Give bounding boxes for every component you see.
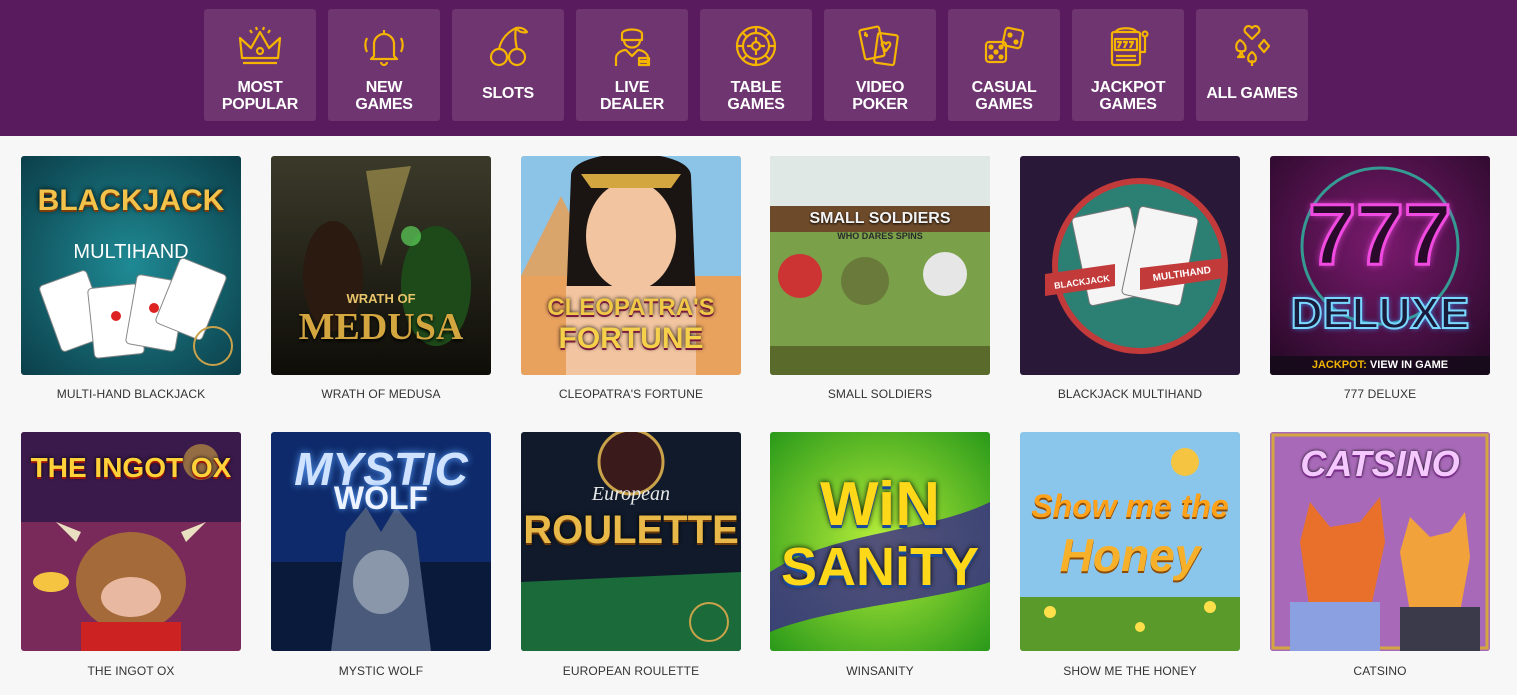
game-caption[interactable]: SHOW ME THE HONEY [1010, 664, 1250, 678]
category-label: TABLE GAMES [727, 79, 785, 113]
category-slots[interactable]: SLOTS [452, 9, 564, 121]
category-most-popular[interactable]: MOST POPULAR [204, 9, 316, 121]
game-art-title: THE INGOT OX [30, 452, 232, 483]
crown-icon [235, 23, 285, 69]
dice-icon [979, 23, 1029, 69]
game-art-subtitle: SANiTY [780, 537, 980, 597]
game-tile-show-me-the-honey[interactable]: Show me the Honey [1020, 432, 1240, 651]
category-casual-games[interactable]: CASUAL GAMES [948, 9, 1060, 121]
game-art-title: 777 [1307, 187, 1454, 283]
game-caption[interactable]: WINSANITY [760, 664, 1000, 678]
dealer-icon [607, 23, 657, 69]
game-tile-mystic-wolf[interactable]: MYSTIC WOLF [271, 432, 491, 651]
card-suits-icon [1227, 23, 1277, 69]
category-label: CASUAL GAMES [971, 79, 1037, 113]
game-art-title: Show me the [1031, 488, 1229, 524]
game-caption[interactable]: CLEOPATRA'S FORTUNE [511, 387, 751, 401]
game-caption[interactable]: BLACKJACK MULTIHAND [1010, 387, 1250, 401]
category-label: ALL GAMES [1206, 85, 1298, 102]
category-live-dealer[interactable]: LIVE DEALER [576, 9, 688, 121]
game-caption[interactable]: MULTI-HAND BLACKJACK [11, 387, 251, 401]
category-label: JACKPOT GAMES [1090, 79, 1166, 113]
game-art-title: CLEOPATRA'S [547, 294, 715, 321]
game-tile-catsino[interactable]: CATSINO [1270, 432, 1490, 651]
category-label: SLOTS [482, 85, 534, 102]
game-art-title: ROULETTE [523, 508, 739, 552]
game-art-title: BLACKJACK [37, 184, 225, 217]
slot-machine-icon [1103, 23, 1153, 69]
game-tile-wrath-of-medusa[interactable]: WRATH OF MEDUSA [271, 156, 491, 375]
category-label: MOST POPULAR [221, 79, 299, 113]
game-tile-blackjack-multihand[interactable]: BLACKJACK MULTIHAND [1020, 156, 1240, 375]
game-tile-777-deluxe[interactable]: 777 DELUXE JACKPOT: VIEW IN GAME [1270, 156, 1490, 375]
game-caption[interactable]: CATSINO [1260, 664, 1500, 678]
game-art-title: CATSINO [1300, 443, 1460, 484]
category-label: NEW GAMES [355, 79, 413, 113]
game-tile-the-ingot-ox[interactable]: THE INGOT OX [21, 432, 241, 651]
category-label: LIVE DEALER [600, 79, 664, 113]
game-art-subtitle: WHO DARES SPINS [837, 231, 923, 241]
jackpot-label: JACKPOT: [1311, 359, 1367, 371]
roulette-wheel-icon [731, 23, 781, 69]
game-tile-european-roulette[interactable]: European ROULETTE [521, 432, 741, 651]
game-caption[interactable]: SMALL SOLDIERS [760, 387, 1000, 401]
jackpot-banner: JACKPOT: VIEW IN GAME [1270, 356, 1490, 375]
game-caption[interactable]: 777 DELUXE [1260, 387, 1500, 401]
game-caption[interactable]: WRATH OF MEDUSA [261, 387, 501, 401]
game-art-subtitle: European [591, 483, 671, 505]
category-table-games[interactable]: TABLE GAMES [700, 9, 812, 121]
game-art-subtitle: FORTUNE [558, 322, 704, 355]
game-art-subtitle: Honey [1059, 529, 1201, 581]
playing-cards-icon [855, 23, 905, 69]
game-art-title: MEDUSA [298, 306, 464, 348]
jackpot-value: VIEW IN GAME [1369, 359, 1449, 371]
cherries-icon [483, 23, 533, 69]
game-caption[interactable]: THE INGOT OX [11, 664, 251, 678]
game-caption[interactable]: EUROPEAN ROULETTE [511, 664, 751, 678]
game-tile-winsanity[interactable]: WiN SANiTY [770, 432, 990, 651]
category-bar: MOST POPULAR NEW GAMES SLOTS LIVE DEALER… [0, 0, 1517, 136]
category-new-games[interactable]: NEW GAMES [328, 9, 440, 121]
game-caption[interactable]: MYSTIC WOLF [261, 664, 501, 678]
game-art-title: SMALL SOLDIERS [809, 210, 951, 227]
game-tile-cleopatras-fortune[interactable]: CLEOPATRA'S FORTUNE [521, 156, 741, 375]
game-art-subtitle: WRATH OF [346, 291, 416, 306]
game-tile-small-soldiers[interactable]: SMALL SOLDIERS WHO DARES SPINS [770, 156, 990, 375]
game-art-subtitle: WOLF [333, 480, 429, 516]
game-art-subtitle: DELUXE [1290, 289, 1470, 338]
game-tile-multi-hand-blackjack[interactable]: BLACKJACK MULTIHAND [21, 156, 241, 375]
game-art-title: WiN [820, 470, 940, 539]
category-all-games[interactable]: ALL GAMES [1196, 9, 1308, 121]
category-label: VIDEO POKER [852, 79, 908, 113]
game-art-subtitle: MULTIHAND [73, 241, 189, 263]
bell-icon [359, 23, 409, 69]
category-video-poker[interactable]: VIDEO POKER [824, 9, 936, 121]
category-jackpot-games[interactable]: JACKPOT GAMES [1072, 9, 1184, 121]
game-artwork [770, 156, 990, 375]
